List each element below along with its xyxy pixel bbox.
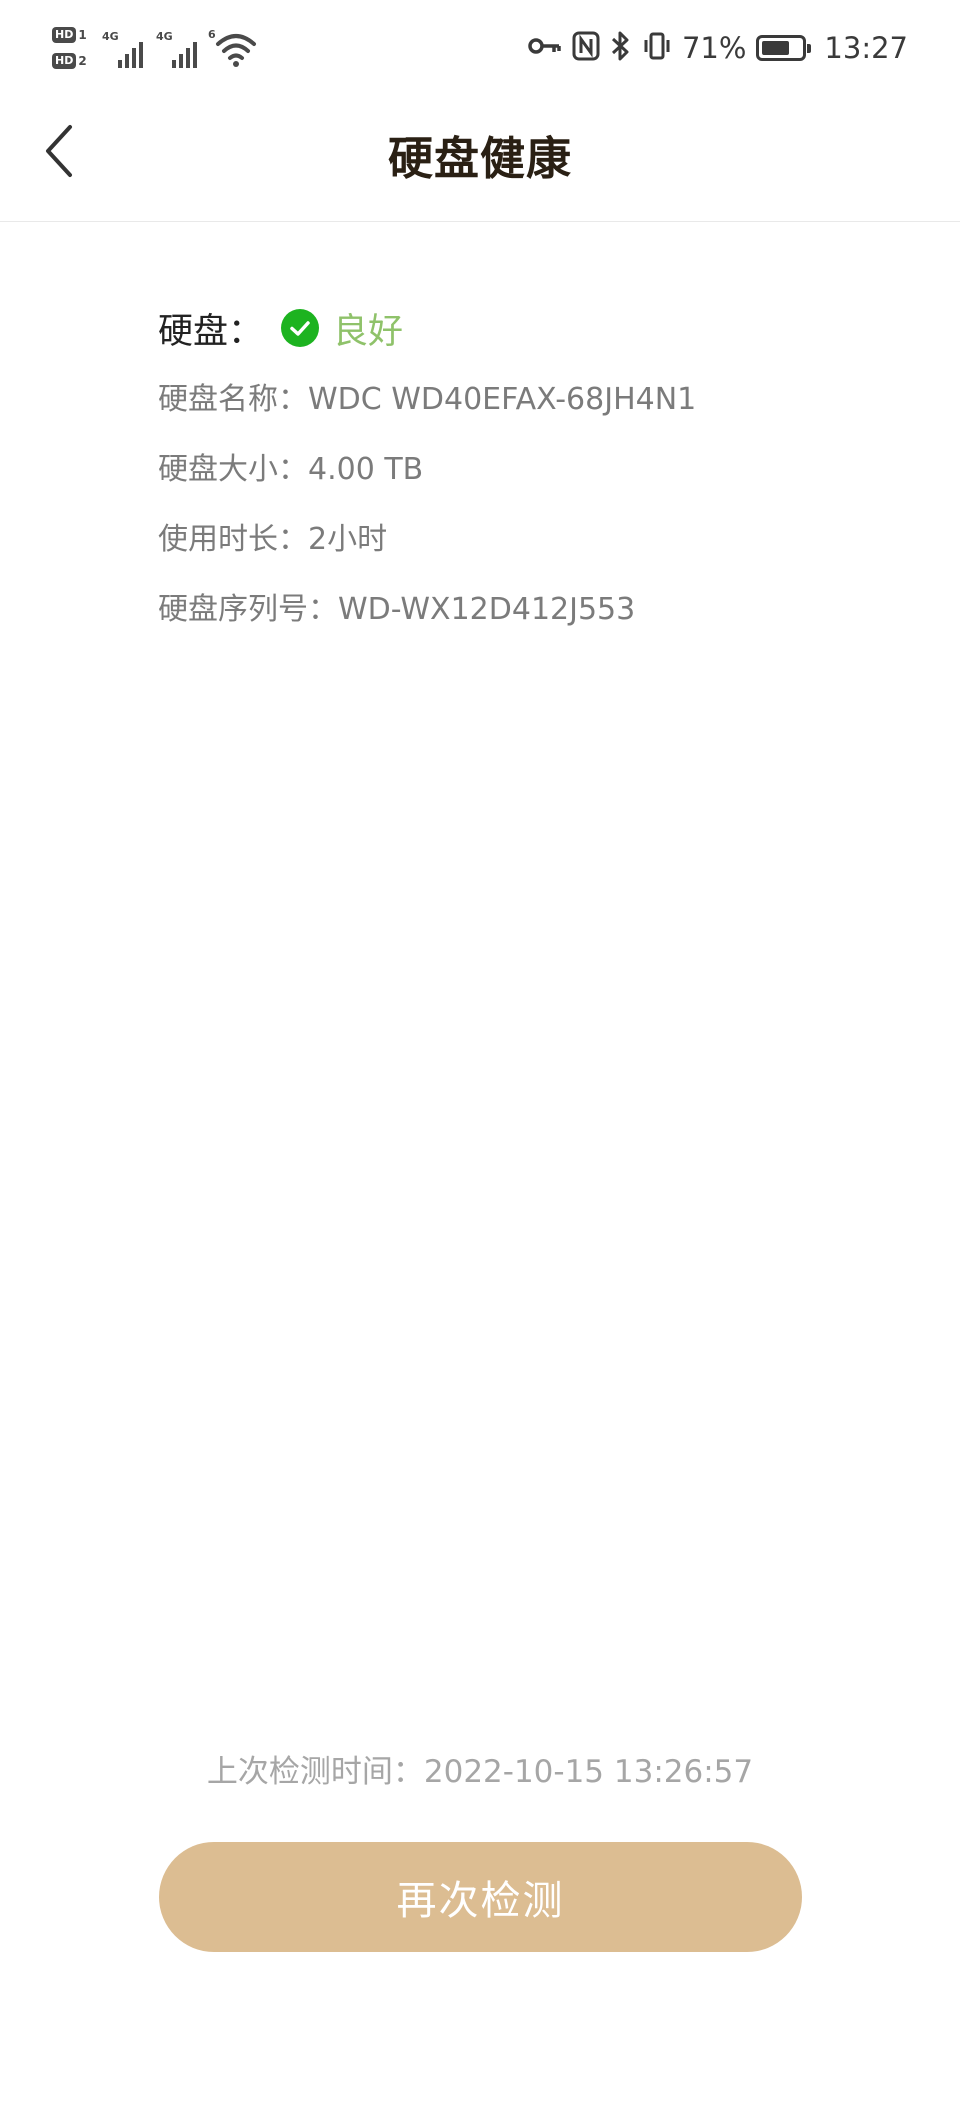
disk-status-row: 硬盘： 良好 bbox=[158, 300, 858, 356]
disk-size-label: 硬盘大小： bbox=[158, 452, 308, 487]
status-bar: HD 1 HD 2 4G 4G 6 71% 13:27 bbox=[0, 0, 960, 96]
status-time: 13:27 bbox=[824, 31, 908, 65]
disk-name-label: 硬盘名称： bbox=[158, 382, 308, 417]
disk-status-label: 硬盘： bbox=[158, 311, 264, 352]
app-header: 硬盘健康 bbox=[0, 96, 960, 222]
hd-badge: HD bbox=[52, 53, 77, 69]
nfc-icon bbox=[572, 31, 600, 65]
page-title: 硬盘健康 bbox=[387, 132, 572, 185]
disk-info: 硬盘： 良好 硬盘名称：WDC WD40EFAX-68JH4N1 硬盘大小：4.… bbox=[158, 300, 858, 634]
last-check-time: 上次检测时间：2022-10-15 13:26:57 bbox=[0, 1746, 960, 1791]
sim2-number: 2 bbox=[78, 54, 87, 68]
battery-fill bbox=[762, 41, 790, 55]
disk-health-screen: HD 1 HD 2 4G 4G 6 71% 13:27 硬盘健康 硬盘： 良好 … bbox=[0, 0, 960, 2111]
disk-usage-row: 使用时长：2小时 bbox=[158, 516, 858, 564]
sim1-number: 1 bbox=[78, 28, 87, 42]
disk-size-value: 4.00 TB bbox=[308, 452, 424, 487]
vibrate-icon bbox=[642, 31, 672, 65]
battery-icon bbox=[756, 35, 812, 61]
bluetooth-icon bbox=[610, 30, 632, 66]
disk-name-row: 硬盘名称：WDC WD40EFAX-68JH4N1 bbox=[158, 376, 858, 424]
check-circle-icon bbox=[281, 309, 320, 347]
key-icon bbox=[528, 34, 562, 62]
last-check-label: 上次检测时间： bbox=[206, 1754, 424, 1790]
battery-percent: 71% bbox=[681, 31, 747, 65]
sim-indicators: HD 1 HD 2 bbox=[52, 24, 96, 74]
disk-size-row: 硬盘大小：4.00 TB bbox=[158, 446, 858, 494]
hd-badge: HD bbox=[52, 27, 77, 43]
disk-serial-label: 硬盘序列号： bbox=[158, 592, 338, 627]
disk-status-value: 良好 bbox=[333, 311, 404, 352]
status-bar-right: 71% 13:27 bbox=[528, 26, 908, 70]
last-check-value: 2022-10-15 13:26:57 bbox=[423, 1754, 754, 1790]
disk-usage-label: 使用时长： bbox=[158, 522, 308, 557]
disk-usage-value: 2小时 bbox=[308, 522, 388, 557]
disk-serial-row: 硬盘序列号：WD-WX12D412J553 bbox=[158, 586, 858, 634]
recheck-button[interactable]: 再次检测 bbox=[159, 1842, 802, 1952]
disk-name-value: WDC WD40EFAX-68JH4N1 bbox=[308, 382, 697, 417]
disk-serial-value: WD-WX12D412J553 bbox=[338, 592, 636, 627]
